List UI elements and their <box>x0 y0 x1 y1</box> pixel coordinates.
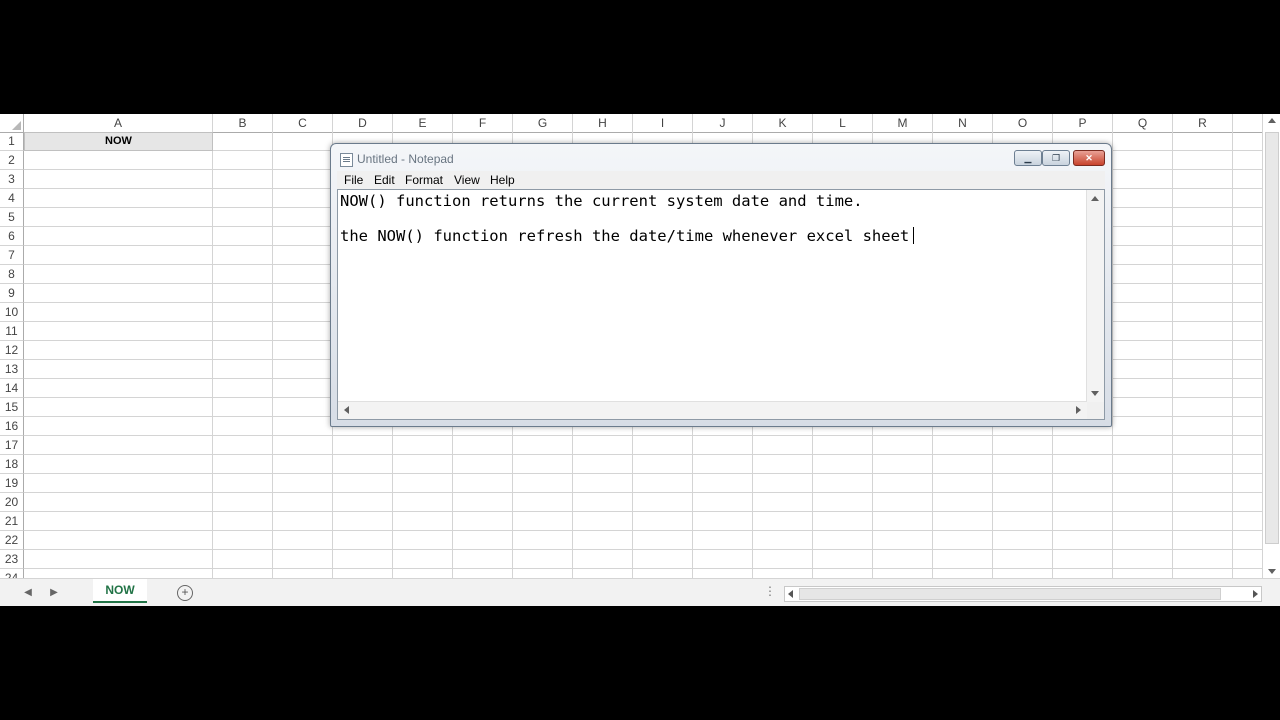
text-line-1: NOW() function returns the current syste… <box>340 192 863 210</box>
column-header-n[interactable]: N <box>933 114 993 132</box>
column-header-a[interactable]: A <box>24 114 213 132</box>
menu-help[interactable]: Help <box>490 173 515 187</box>
row-header-6[interactable]: 6 <box>0 227 24 246</box>
notepad-scroll-up-icon[interactable] <box>1091 196 1099 201</box>
column-header-b[interactable]: B <box>213 114 273 132</box>
vertical-scrollbar[interactable] <box>1262 114 1280 578</box>
row-header-1[interactable]: 1 <box>0 132 24 151</box>
column-header-e[interactable]: E <box>393 114 453 132</box>
notepad-menubar: File Edit Format View Help <box>337 171 1105 189</box>
prev-sheet-icon[interactable]: ◀ <box>20 585 36 601</box>
minimize-icon[interactable]: ▁ <box>1014 150 1042 166</box>
horizontal-scroll-thumb[interactable] <box>799 588 1221 600</box>
notepad-app-icon[interactable] <box>340 153 353 167</box>
row-header-22[interactable]: 22 <box>0 531 24 550</box>
row-header-18[interactable]: 18 <box>0 455 24 474</box>
notepad-title: Untitled - Notepad <box>357 152 454 166</box>
column-header-bar: ABCDEFGHIJKLMNOPQR <box>0 114 1262 133</box>
select-all-corner[interactable] <box>0 114 24 132</box>
menu-file[interactable]: File <box>344 173 363 187</box>
add-sheet-plus-icon[interactable]: + <box>177 585 193 601</box>
row-header-15[interactable]: 15 <box>0 398 24 417</box>
row-header-19[interactable]: 19 <box>0 474 24 493</box>
row-header-20[interactable]: 20 <box>0 493 24 512</box>
resize-grip-icon[interactable] <box>1087 402 1104 419</box>
column-header-d[interactable]: D <box>333 114 393 132</box>
notepad-window: Untitled - Notepad ▁ ❐ ✕ File Edit Forma… <box>330 143 1112 427</box>
column-header-i[interactable]: I <box>633 114 693 132</box>
column-a-cells[interactable] <box>24 132 213 578</box>
text-caret <box>913 227 915 244</box>
column-header-h[interactable]: H <box>573 114 633 132</box>
cell-a1[interactable]: NOW <box>24 132 213 151</box>
close-icon[interactable]: ✕ <box>1073 150 1105 166</box>
row-header-17[interactable]: 17 <box>0 436 24 455</box>
row-header-5[interactable]: 5 <box>0 208 24 227</box>
notepad-scroll-left-icon[interactable] <box>344 406 349 414</box>
text-line-2: the NOW() function refresh the date/time… <box>340 227 915 245</box>
scroll-left-arrow-icon[interactable] <box>788 590 793 598</box>
row-header-4[interactable]: 4 <box>0 189 24 208</box>
scroll-up-arrow-icon[interactable] <box>1268 118 1276 123</box>
scroll-down-arrow-icon[interactable] <box>1268 569 1276 574</box>
row-header-3[interactable]: 3 <box>0 170 24 189</box>
row-header-11[interactable]: 11 <box>0 322 24 341</box>
column-header-r[interactable]: R <box>1173 114 1233 132</box>
menu-format[interactable]: Format <box>405 173 443 187</box>
column-header-m[interactable]: M <box>873 114 933 132</box>
horizontal-scrollbar[interactable] <box>784 586 1262 602</box>
sheet-tab-bar: ◀ ▶ NOW + ⋮ <box>0 578 1280 606</box>
row-header-23[interactable]: 23 <box>0 550 24 569</box>
vertical-scroll-thumb[interactable] <box>1265 132 1279 544</box>
sheet-tab-now[interactable]: NOW <box>93 579 147 603</box>
column-header-f[interactable]: F <box>453 114 513 132</box>
notepad-horizontal-scrollbar[interactable] <box>338 401 1087 419</box>
notepad-titlebar[interactable]: Untitled - Notepad ▁ ❐ ✕ <box>331 144 1111 172</box>
tab-split-handle-icon[interactable]: ⋮ <box>764 584 776 598</box>
column-header-j[interactable]: J <box>693 114 753 132</box>
row-header-13[interactable]: 13 <box>0 360 24 379</box>
row-header-9[interactable]: 9 <box>0 284 24 303</box>
row-header-7[interactable]: 7 <box>0 246 24 265</box>
column-header-k[interactable]: K <box>753 114 813 132</box>
next-sheet-icon[interactable]: ▶ <box>46 585 62 601</box>
column-header-g[interactable]: G <box>513 114 573 132</box>
notepad-text-area[interactable]: NOW() function returns the current syste… <box>337 189 1105 420</box>
row-header-12[interactable]: 12 <box>0 341 24 360</box>
notepad-scroll-down-icon[interactable] <box>1091 391 1099 396</box>
text-line-2-content: the NOW() function refresh the date/time… <box>340 227 910 245</box>
column-header-p[interactable]: P <box>1053 114 1113 132</box>
maximize-icon[interactable]: ❐ <box>1042 150 1070 166</box>
menu-edit[interactable]: Edit <box>374 173 395 187</box>
column-header-l[interactable]: L <box>813 114 873 132</box>
notepad-scroll-right-icon[interactable] <box>1076 406 1081 414</box>
row-header-21[interactable]: 21 <box>0 512 24 531</box>
column-header-o[interactable]: O <box>993 114 1053 132</box>
menu-view[interactable]: View <box>454 173 480 187</box>
row-header-16[interactable]: 16 <box>0 417 24 436</box>
row-header-10[interactable]: 10 <box>0 303 24 322</box>
column-header-q[interactable]: Q <box>1113 114 1173 132</box>
row-header-2[interactable]: 2 <box>0 151 24 170</box>
row-header-14[interactable]: 14 <box>0 379 24 398</box>
row-header-8[interactable]: 8 <box>0 265 24 284</box>
notepad-vertical-scrollbar[interactable] <box>1086 190 1104 402</box>
scroll-right-arrow-icon[interactable] <box>1253 590 1258 598</box>
column-header-c[interactable]: C <box>273 114 333 132</box>
